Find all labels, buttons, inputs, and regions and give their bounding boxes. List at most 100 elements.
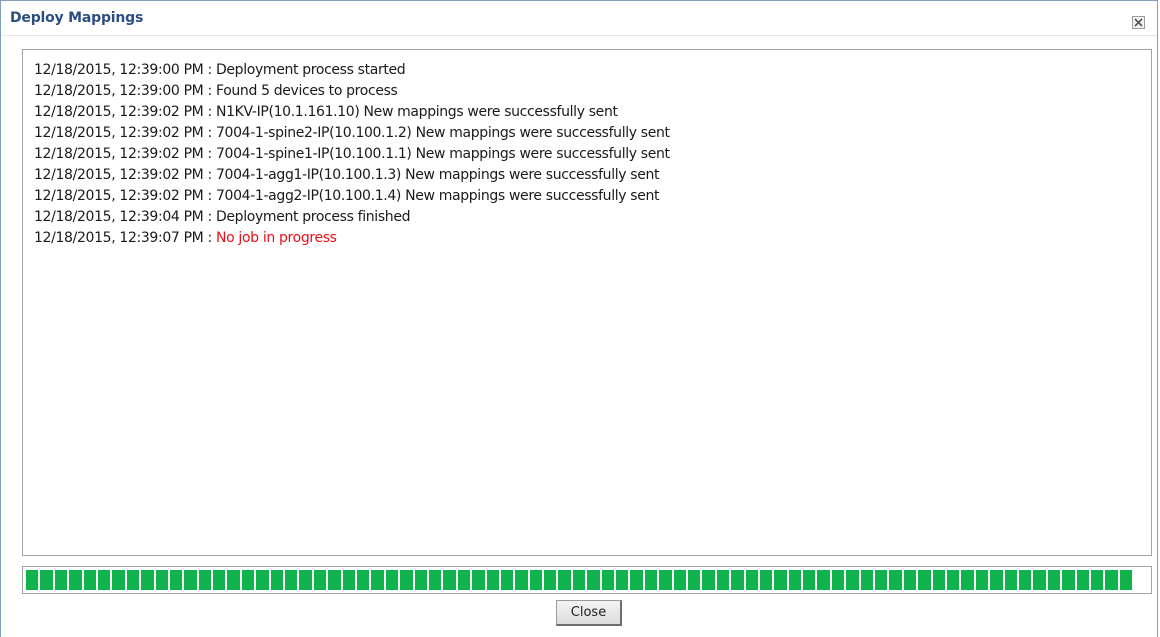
progress-segment xyxy=(1119,570,1133,590)
progress-segment xyxy=(227,570,240,590)
progress-segment xyxy=(731,570,744,590)
log-separator: : xyxy=(203,230,216,246)
deploy-mappings-dialog: Deploy Mappings 12/18/2015, 12:39:00 PM … xyxy=(0,0,1158,637)
progress-segment xyxy=(169,570,183,590)
log-separator: : xyxy=(203,83,216,99)
log-message: N1KV-IP(10.1.161.10) New mappings were s… xyxy=(215,104,618,120)
progress-segment xyxy=(616,570,629,590)
log-message: Deployment process finished xyxy=(215,209,411,225)
progress-segment xyxy=(385,570,399,590)
progress-segment xyxy=(659,570,672,590)
log-timestamp: 12/18/2015, 12:39:07 PM xyxy=(34,230,204,246)
progress-segment xyxy=(1047,570,1061,590)
progress-segment xyxy=(918,570,931,590)
log-message: 7004-1-agg1-IP(10.100.1.3) New mappings … xyxy=(215,167,660,183)
log-message: Deployment process started xyxy=(215,62,406,78)
progress-segment xyxy=(328,570,341,590)
log-separator: : xyxy=(203,125,216,141)
progress-segment xyxy=(1062,570,1075,590)
progress-segment xyxy=(817,570,830,590)
progress-segment xyxy=(673,570,686,590)
progress-segment xyxy=(932,570,945,590)
log-timestamp: 12/18/2015, 12:39:02 PM xyxy=(34,125,204,141)
log-separator: : xyxy=(203,209,216,225)
progress-segment xyxy=(83,570,96,590)
progress-segment xyxy=(774,570,787,590)
progress-segment xyxy=(112,570,125,590)
log-separator: : xyxy=(203,167,216,183)
progress-segment xyxy=(1076,570,1089,590)
progress-segment xyxy=(759,570,773,590)
log-message: 7004-1-spine2-IP(10.100.1.2) New mapping… xyxy=(215,125,670,141)
log-output[interactable]: 12/18/2015, 12:39:00 PM : Deployment pro… xyxy=(22,49,1152,556)
progress-segment xyxy=(155,570,168,590)
progress-segment xyxy=(1018,570,1032,590)
progress-segment xyxy=(716,570,730,590)
progress-segment xyxy=(486,570,499,590)
progress-segment xyxy=(875,570,888,590)
progress-segment xyxy=(687,570,701,590)
progress-segment xyxy=(803,570,816,590)
progress-segment xyxy=(831,570,845,590)
progress-segment xyxy=(443,570,456,590)
progress-segment xyxy=(141,570,154,590)
progress-segment xyxy=(745,570,758,590)
progress-segment xyxy=(457,570,471,590)
progress-segment xyxy=(975,570,989,590)
progress-segment xyxy=(356,570,370,590)
progress-segment xyxy=(889,570,902,590)
progress-segment xyxy=(198,570,212,590)
log-line: 12/18/2015, 12:39:02 PM : 7004-1-spine1-… xyxy=(34,144,1151,165)
progress-segment xyxy=(313,570,327,590)
log-timestamp: 12/18/2015, 12:39:04 PM xyxy=(34,209,204,225)
progress-segment xyxy=(947,570,960,590)
log-message: 7004-1-agg2-IP(10.100.1.4) New mappings … xyxy=(215,188,660,204)
progress-segment xyxy=(54,570,68,590)
dialog-title-bar: Deploy Mappings xyxy=(1,1,1157,36)
progress-segment xyxy=(241,570,255,590)
progress-segment xyxy=(69,570,82,590)
progress-segment xyxy=(1033,570,1046,590)
log-line: 12/18/2015, 12:39:02 PM : N1KV-IP(10.1.1… xyxy=(34,102,1151,123)
progress-segment xyxy=(428,570,442,590)
log-line: 12/18/2015, 12:39:02 PM : 7004-1-agg1-IP… xyxy=(34,165,1151,186)
log-separator: : xyxy=(203,62,216,78)
progress-segment xyxy=(702,570,715,590)
log-timestamp: 12/18/2015, 12:39:02 PM xyxy=(34,104,204,120)
progress-segment xyxy=(788,570,802,590)
progress-segment xyxy=(544,570,557,590)
progress-segment xyxy=(961,570,974,590)
progress-segment xyxy=(213,570,226,590)
progress-segment xyxy=(414,570,427,590)
dialog-title: Deploy Mappings xyxy=(10,10,144,26)
progress-segment xyxy=(371,570,384,590)
log-separator: : xyxy=(203,188,216,204)
log-timestamp: 12/18/2015, 12:39:02 PM xyxy=(34,188,204,204)
close-x-icon[interactable] xyxy=(1132,14,1145,29)
progress-segment xyxy=(472,570,485,590)
log-line: 12/18/2015, 12:39:04 PM : Deployment pro… xyxy=(34,207,1151,228)
progress-segment xyxy=(500,570,514,590)
progress-segment xyxy=(644,570,658,590)
log-line: 12/18/2015, 12:39:00 PM : Deployment pro… xyxy=(34,60,1151,81)
progress-segment xyxy=(400,570,413,590)
progress-segment xyxy=(903,570,917,590)
progress-segment xyxy=(299,570,312,590)
progress-segment xyxy=(285,570,298,590)
progress-segment xyxy=(1090,570,1104,590)
log-line: 12/18/2015, 12:39:07 PM : No job in prog… xyxy=(34,228,1151,249)
progress-segment xyxy=(990,570,1003,590)
progress-segment xyxy=(572,570,586,590)
log-separator: : xyxy=(203,104,216,120)
log-message: 7004-1-spine1-IP(10.100.1.1) New mapping… xyxy=(215,146,670,162)
progress-segment xyxy=(184,570,197,590)
progress-segment xyxy=(256,570,269,590)
log-message: No job in progress xyxy=(215,230,337,246)
log-timestamp: 12/18/2015, 12:39:00 PM xyxy=(34,83,204,99)
log-timestamp: 12/18/2015, 12:39:02 PM xyxy=(34,146,204,162)
close-button[interactable]: Close xyxy=(556,600,622,626)
progress-segment xyxy=(515,570,528,590)
log-timestamp: 12/18/2015, 12:39:00 PM xyxy=(34,62,204,78)
progress-segment xyxy=(270,570,284,590)
progress-segment xyxy=(601,570,615,590)
